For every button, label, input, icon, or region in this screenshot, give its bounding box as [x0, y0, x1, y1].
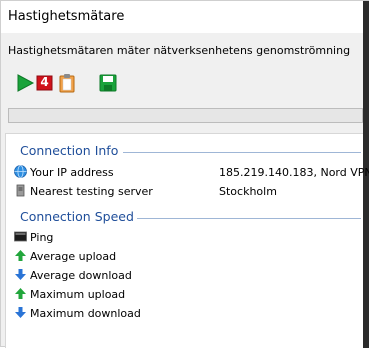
maximum-download-label: Maximum download: [30, 307, 141, 320]
average-download-label: Average download: [30, 269, 132, 282]
arrow-down-blue-icon: [14, 268, 27, 281]
maximum-download-row: Maximum download: [14, 306, 141, 322]
average-upload-label: Average upload: [30, 250, 117, 263]
server-icon: [14, 184, 27, 197]
toolbar: 4: [1, 63, 363, 103]
window-title: Hastighetsmätare: [1, 1, 363, 33]
globe-icon: [14, 165, 27, 178]
save-icon[interactable]: [98, 73, 118, 93]
section-divider: [123, 152, 361, 153]
arrow-up-green-icon: [14, 287, 27, 300]
ping-label: Ping: [30, 231, 54, 244]
speed-meter-window: Hastighetsmätare Hastighetsmätaren mäter…: [0, 0, 369, 348]
average-upload-row: Average upload: [14, 249, 116, 265]
numbered-badge-icon[interactable]: 4: [35, 73, 55, 93]
terminal-icon: [14, 230, 27, 243]
ip-address-row: Your IP address: [14, 165, 114, 181]
nearest-server-label: Nearest testing server: [30, 185, 153, 198]
ip-address-value: 185.219.140.183, Nord VPN: [219, 166, 369, 179]
nearest-server-row: Nearest testing server: [14, 184, 153, 200]
ping-row: Ping: [14, 230, 53, 246]
arrow-up-green-icon: [14, 249, 27, 262]
description-text: Hastighetsmätaren mäter nätverksenhetens…: [8, 44, 351, 57]
connection-speed-title: Connection Speed: [20, 209, 134, 224]
ip-address-label: Your IP address: [30, 166, 114, 179]
section-divider: [137, 218, 361, 219]
maximum-upload-label: Maximum upload: [30, 288, 126, 301]
average-download-row: Average download: [14, 268, 132, 284]
badge-number: 4: [40, 75, 49, 89]
progress-bar: [8, 108, 363, 123]
arrow-down-blue-icon: [14, 306, 27, 319]
connection-info-title: Connection Info: [20, 143, 119, 158]
maximum-upload-row: Maximum upload: [14, 287, 125, 303]
results-panel: Connection Info Your IP address 185.219.…: [5, 133, 369, 348]
nearest-server-value: Stockholm: [219, 185, 277, 198]
clipboard-icon[interactable]: [57, 73, 77, 93]
play-icon[interactable]: [15, 73, 35, 93]
